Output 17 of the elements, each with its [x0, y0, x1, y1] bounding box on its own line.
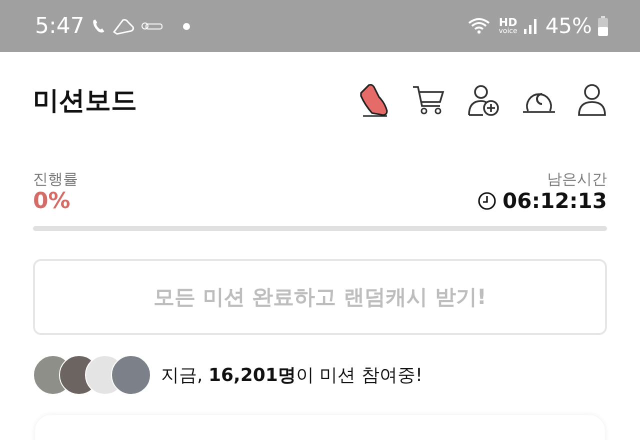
notification-dot — [183, 22, 190, 30]
clock-icon — [476, 191, 497, 211]
remaining-time: 06:12:13 — [502, 189, 607, 213]
signal-icon — [523, 17, 540, 35]
battery-percent: 45% — [545, 14, 592, 38]
battery-icon — [598, 16, 608, 36]
avatar — [111, 355, 151, 395]
progress-label: 진행률 — [33, 170, 78, 189]
page-title: 미션보드 — [33, 84, 137, 118]
participant-count-text: 지금, 16,201명이 미션 참여중! — [161, 364, 423, 387]
status-time: 5:47 — [35, 14, 84, 38]
shopping-cart-icon[interactable] — [412, 84, 446, 116]
phone-icon — [92, 18, 106, 34]
progress-value: 0% — [33, 189, 72, 214]
remaining-time-label: 남은시간 — [547, 170, 607, 189]
profile-icon[interactable] — [577, 83, 607, 117]
add-friend-icon[interactable] — [467, 83, 501, 117]
